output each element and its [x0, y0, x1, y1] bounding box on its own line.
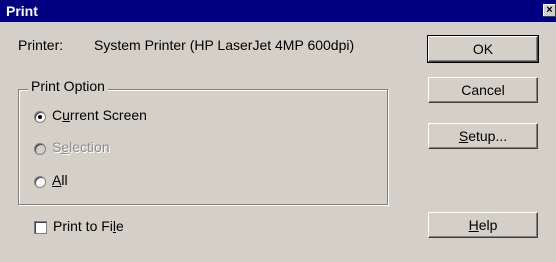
option-current-screen-post: rrent Screen: [69, 107, 147, 123]
radio-icon[interactable]: [34, 111, 46, 123]
radio-icon: [34, 143, 46, 155]
close-icon[interactable]: ×: [543, 4, 556, 17]
option-all-post: ll: [61, 172, 68, 188]
printer-label: Printer:: [18, 37, 64, 53]
cancel-button[interactable]: Cancel: [428, 77, 538, 103]
help-button[interactable]: Help: [428, 212, 538, 238]
printer-name: System Printer (HP LaserJet 4MP 600dpi): [94, 37, 355, 53]
option-current-screen-label[interactable]: Current Screen: [52, 107, 147, 123]
print-dialog: Print × Printer: System Printer (HP Lase…: [0, 0, 556, 262]
radio-selected-dot: [38, 115, 42, 119]
print-to-file-pre: Print to Fi: [53, 218, 113, 234]
option-selection-post: lection: [69, 139, 110, 155]
print-to-file-post: e: [116, 218, 124, 234]
setup-accel: S: [458, 128, 469, 144]
option-current-screen-accel: u: [62, 107, 70, 123]
option-current-screen-pre: C: [52, 107, 63, 123]
title-bar: Print ×: [0, 0, 556, 22]
checkbox-icon[interactable]: [34, 221, 47, 234]
help-accel: H: [468, 217, 479, 233]
option-all-label[interactable]: All: [52, 172, 68, 188]
option-selection-label: Selection: [52, 139, 110, 155]
setup-rest: etup...: [468, 128, 508, 144]
option-selection-accel: e: [61, 139, 70, 155]
print-to-file-label[interactable]: Print to File: [53, 218, 124, 234]
radio-icon[interactable]: [34, 176, 46, 188]
help-rest: elp: [478, 217, 498, 233]
setup-button[interactable]: Setup...: [428, 123, 538, 149]
option-selection-pre: S: [52, 139, 62, 155]
dialog-title: Print: [6, 3, 38, 19]
print-option-legend: Print Option: [28, 78, 108, 94]
option-all-accel: A: [52, 172, 62, 188]
ok-button[interactable]: OK: [427, 35, 539, 63]
